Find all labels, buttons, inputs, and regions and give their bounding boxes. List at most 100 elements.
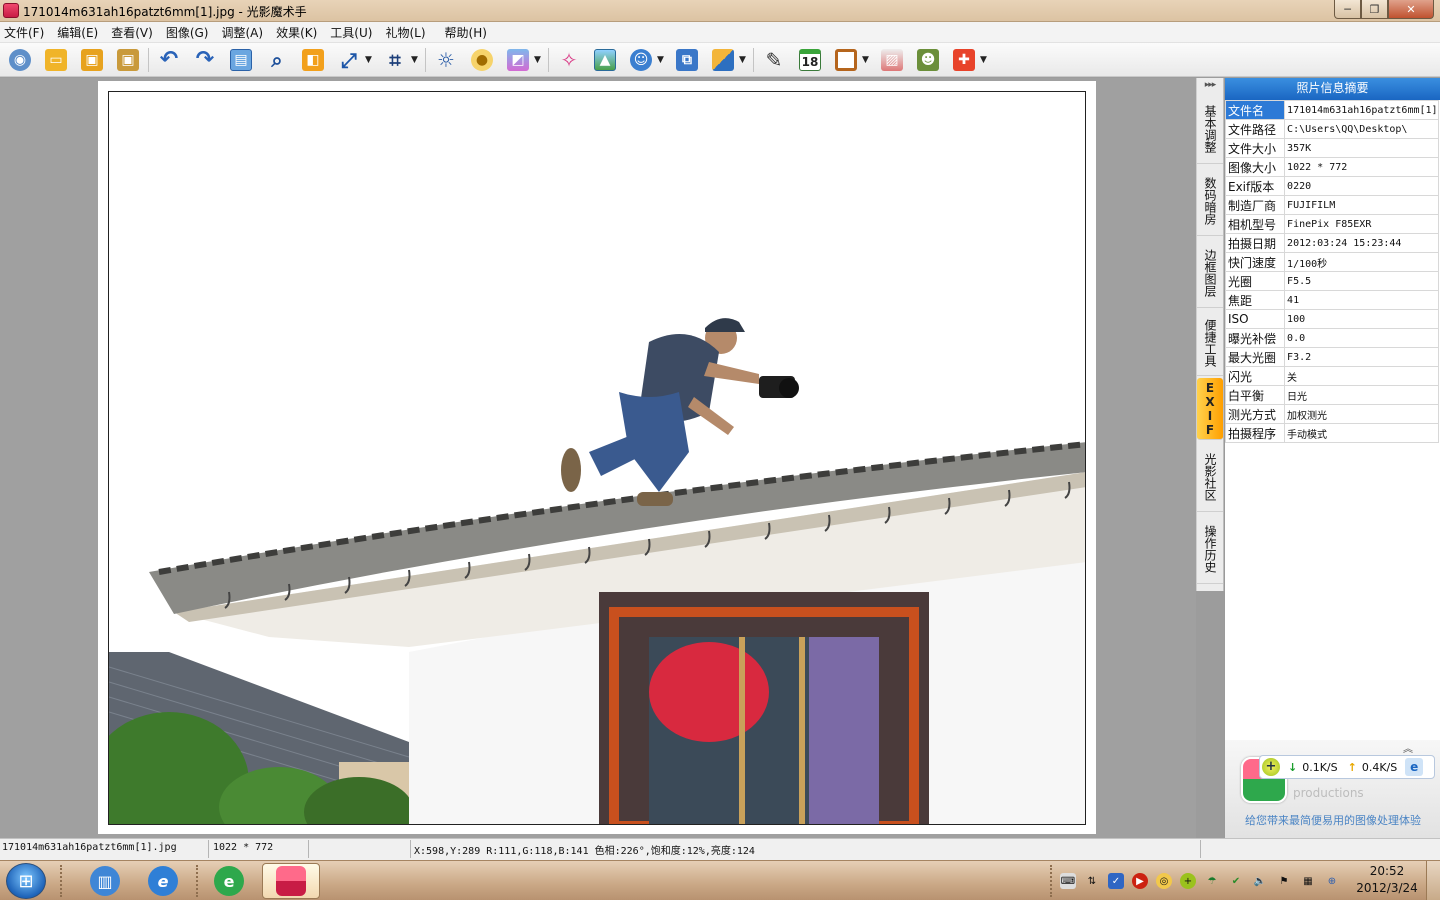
show-desktop-button[interactable]	[1426, 861, 1440, 900]
save-button[interactable]: ▣	[78, 46, 106, 74]
taskbar-nevercenter-app[interactable]	[262, 863, 320, 899]
rotate-button[interactable]: ⤢	[335, 46, 363, 74]
tab-border-layer[interactable]: 边框图层	[1197, 238, 1223, 308]
save-as-button[interactable]: ▣	[114, 46, 142, 74]
curve-button[interactable]	[709, 46, 737, 74]
photo-button[interactable]: ▲	[591, 46, 619, 74]
brightness-button[interactable]: ☼	[432, 46, 460, 74]
accelerator-tray-icon[interactable]: +	[1180, 873, 1196, 889]
start-button[interactable]: ⊞	[6, 863, 46, 899]
zoom-button[interactable]: ⌕	[263, 46, 291, 74]
menu-image[interactable]: 图像(G)	[166, 24, 209, 41]
menu-edit[interactable]: 编辑(E)	[57, 24, 98, 41]
exif-row[interactable]: 测光方式 加权测光	[1224, 404, 1439, 424]
menu-effects[interactable]: 效果(K)	[276, 24, 317, 41]
exif-row[interactable]: 光圈 F5.5	[1224, 271, 1439, 291]
batch-button[interactable]: ⧉	[673, 46, 701, 74]
exif-row[interactable]: 闪光关	[1224, 366, 1439, 386]
view-button[interactable]: ◉	[6, 46, 34, 74]
taskbar-explorer[interactable]: ▥	[78, 863, 132, 899]
menu-view[interactable]: 查看(V)	[111, 24, 153, 41]
system-clock[interactable]: 20:52 2012/3/24	[1352, 863, 1422, 897]
volume-icon[interactable]: 🔈	[1252, 873, 1268, 889]
resize-button[interactable]: ◧	[299, 46, 327, 74]
magic-wand-button[interactable]: ✧	[555, 46, 583, 74]
promo-slogan[interactable]: 给您带来最简便易用的图像处理体验	[1225, 812, 1440, 828]
network-speed-widget[interactable]: + ↓ 0.1K/S ↑ 0.4K/S e	[1259, 755, 1435, 779]
border-button[interactable]	[832, 46, 860, 74]
exif-row[interactable]: 图像大小 1022 * 772	[1224, 157, 1439, 177]
accelerator-icon: +	[1262, 758, 1280, 776]
save-as-icon: ▣	[117, 48, 139, 71]
menu-file[interactable]: 文件(F)	[4, 24, 44, 41]
exif-row[interactable]: 相机型号 FinePix F85EXR	[1224, 214, 1439, 234]
menu-tools[interactable]: 工具(U)	[330, 24, 372, 41]
tab-exif[interactable]: EXIF	[1197, 378, 1223, 440]
exif-row[interactable]: 拍摄日期 2012:03:24 15:23:44	[1224, 233, 1439, 253]
brand-text: productions	[1293, 786, 1364, 800]
calendar-button[interactable]: 18	[796, 46, 824, 74]
network-arrows-icon[interactable]: ⇅	[1084, 873, 1100, 889]
color-button[interactable]: ◩	[504, 46, 532, 74]
menu-bar: 文件(F) 编辑(E) 查看(V) 图像(G) 调整(A) 效果(K) 工具(U…	[0, 22, 1440, 43]
collage-button[interactable]: ▨	[878, 46, 906, 74]
close-button[interactable]: ✕	[1388, 0, 1434, 19]
menu-gifts[interactable]: 礼物(L)	[385, 24, 425, 41]
maximize-button[interactable]: ❐	[1361, 0, 1388, 19]
exif-row[interactable]: 制造厂商 FUJIFILM	[1224, 195, 1439, 215]
redo-button[interactable]: ↷	[191, 46, 219, 74]
exif-row[interactable]: 快门速度 1/100秒	[1224, 252, 1439, 272]
rotate-dropdown-icon[interactable]: ▼	[365, 55, 375, 65]
tab-basic-adjust[interactable]: 基本调整	[1197, 94, 1223, 164]
gift-button[interactable]: ✚	[950, 46, 978, 74]
menu-help[interactable]: 帮助(H)	[445, 24, 487, 41]
exif-row[interactable]: 文件路径 C:\Users\QQ\Desktop\	[1224, 119, 1439, 139]
tab-quick-tools[interactable]: 便捷工具	[1197, 310, 1223, 376]
disc-icon[interactable]: ◎	[1156, 873, 1172, 889]
exif-row[interactable]: 拍摄程序 手动模式	[1224, 423, 1439, 443]
tab-digital-darkroom[interactable]: 数码暗房	[1197, 166, 1223, 236]
portrait-button[interactable]: ☻	[914, 46, 942, 74]
crop-dropdown-icon[interactable]: ▼	[411, 55, 421, 65]
exif-row[interactable]: 文件大小 357K	[1224, 138, 1439, 158]
exif-row[interactable]: 最大光圈 F3.2	[1224, 347, 1439, 367]
tab-community[interactable]: 光影社区	[1197, 442, 1223, 512]
taskbar-ie[interactable]: e	[136, 863, 190, 899]
auto-level-button[interactable]: ●	[468, 46, 496, 74]
input-method-icon[interactable]: ⊕	[1324, 873, 1340, 889]
security-icon[interactable]: ✔	[1228, 873, 1244, 889]
exif-row[interactable]: 文件名 171014m631ah16patzt6mm[1]	[1224, 100, 1439, 120]
keyboard-icon[interactable]: ⌨	[1060, 873, 1076, 889]
network-icon[interactable]: ▦	[1300, 873, 1316, 889]
taskbar-browser[interactable]: e	[202, 863, 256, 899]
gift-dropdown-icon[interactable]: ▼	[980, 55, 990, 65]
image-canvas[interactable]	[0, 78, 1196, 838]
media-player-icon[interactable]: ▶	[1132, 873, 1148, 889]
face-dropdown-icon[interactable]: ▼	[657, 55, 667, 65]
shield-icon[interactable]: ✓	[1108, 873, 1124, 889]
color-dropdown-icon[interactable]: ▼	[534, 55, 544, 65]
menu-adjust[interactable]: 调整(A)	[221, 24, 263, 41]
curve-dropdown-icon[interactable]: ▼	[739, 55, 749, 65]
pen-tool-button[interactable]: ✎	[760, 46, 788, 74]
exif-row[interactable]: 焦距 41	[1224, 290, 1439, 310]
flag-icon[interactable]: ⚑	[1276, 873, 1292, 889]
promo-collapse-icon[interactable]: ︽	[1403, 740, 1413, 755]
face-button[interactable]: ☺	[627, 46, 655, 74]
compare-button[interactable]: ▤	[227, 46, 255, 74]
exif-row[interactable]: 白平衡 日光	[1224, 385, 1439, 405]
exif-row[interactable]: 曝光补偿 0.0	[1224, 328, 1439, 348]
exif-row[interactable]: Exif版本 0220	[1224, 176, 1439, 196]
crop-button[interactable]: ⌗	[381, 46, 409, 74]
panel-collapse-icon[interactable]: ▸▸▸	[1197, 80, 1223, 90]
undo-button[interactable]: ↶	[155, 46, 183, 74]
tab-history[interactable]: 操作历史	[1197, 514, 1223, 584]
photo-image[interactable]	[108, 91, 1086, 825]
border-dropdown-icon[interactable]: ▼	[862, 55, 872, 65]
minimize-button[interactable]: ─	[1334, 0, 1361, 19]
umbrella-icon[interactable]: ☂	[1204, 873, 1220, 889]
exif-row[interactable]: ISO 100	[1224, 309, 1439, 329]
taskbar: ⊞ ▥ e e ⌨ ⇅ ✓ ▶ ◎ + ☂ ✔ 🔈 ⚑ ▦ ⊕ 20:52 20…	[0, 860, 1440, 900]
exif-value: F5.5	[1284, 271, 1439, 291]
open-button[interactable]: ▭	[42, 46, 70, 74]
